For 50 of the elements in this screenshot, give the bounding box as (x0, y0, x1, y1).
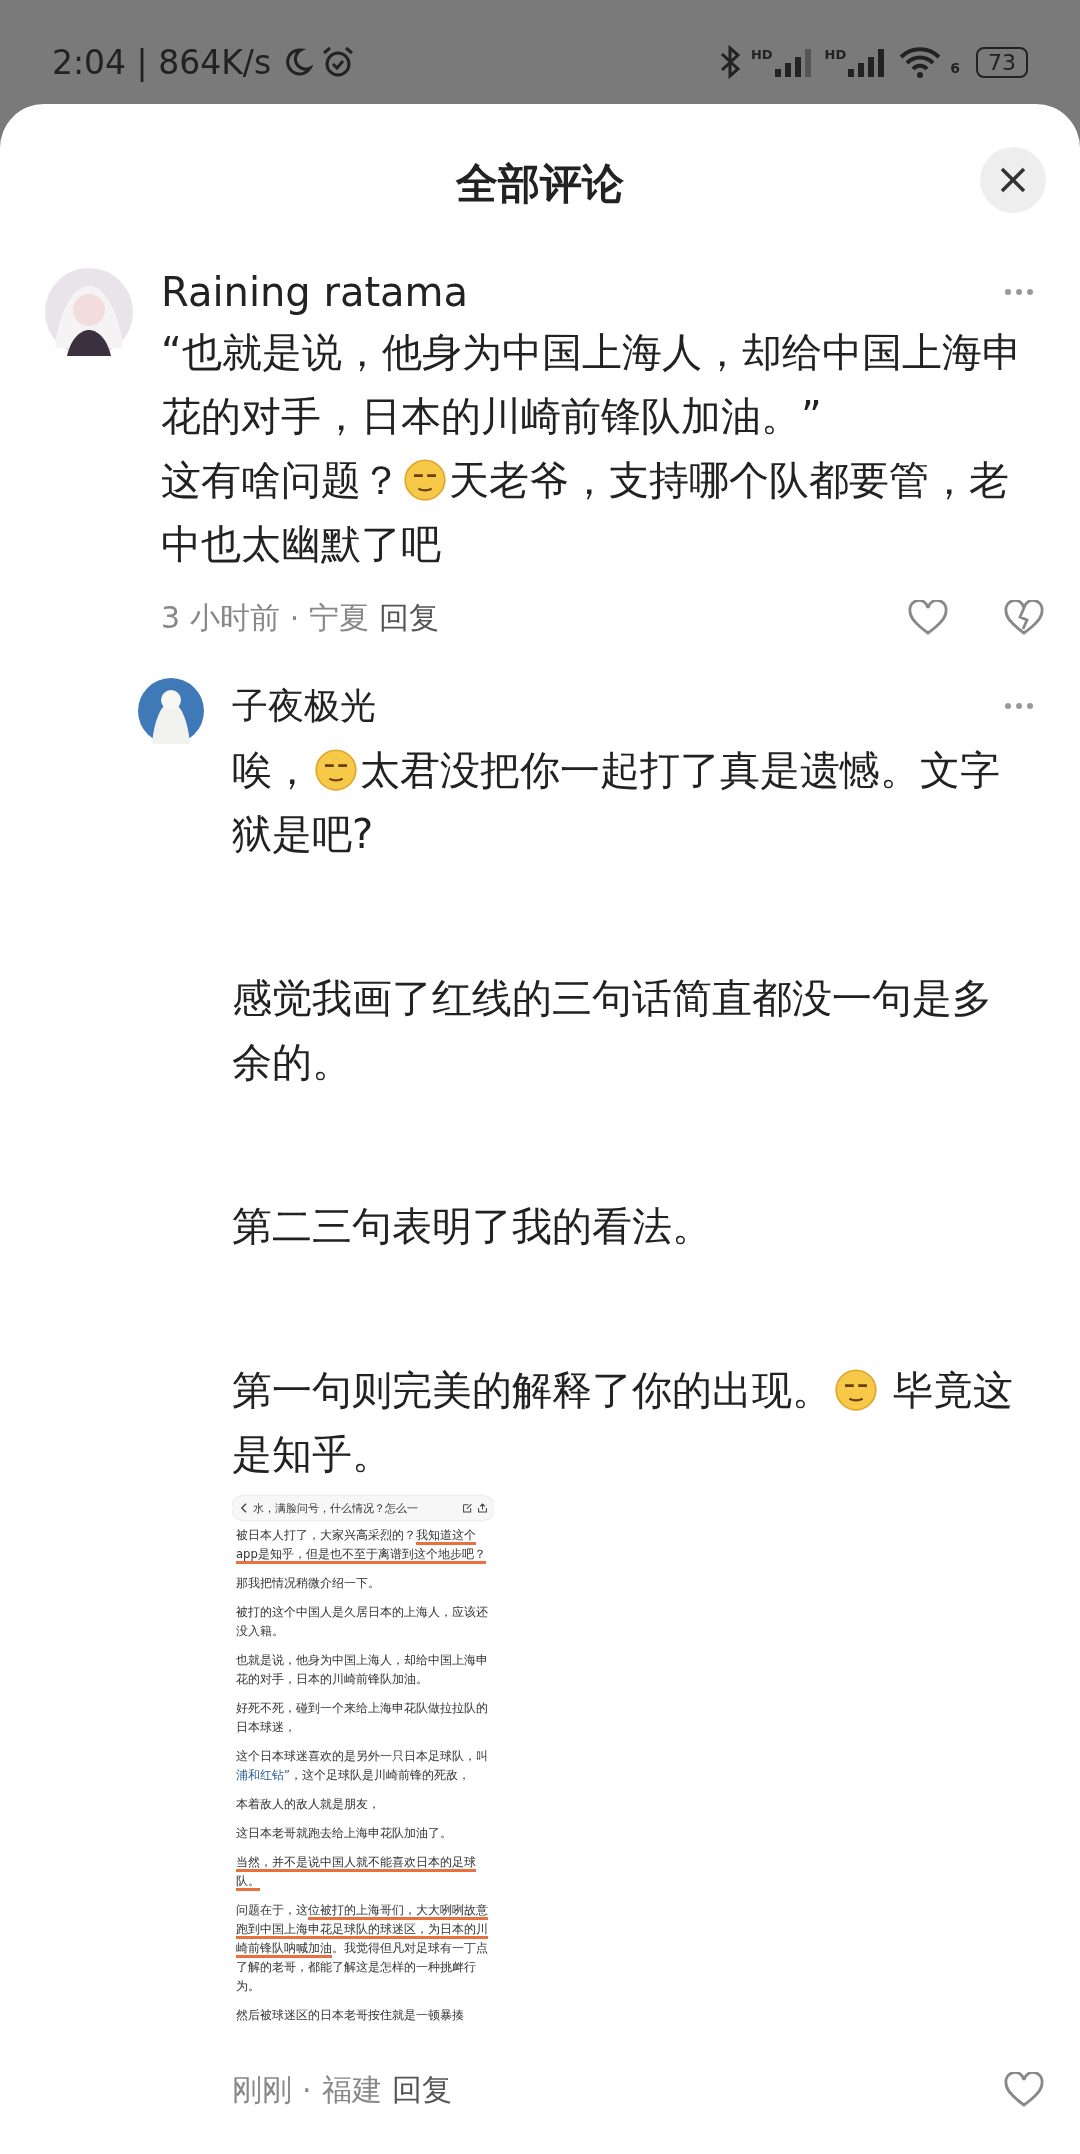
sheet-title: 全部评论 (456, 158, 624, 210)
author-name[interactable]: Raining ratama (161, 269, 469, 315)
article-paragraph: 被打的这个中国人是久居日本的上海人，应该还没入籍。 (236, 1604, 489, 1640)
wifi-icon (898, 45, 943, 79)
article-paragraph: 本着敌人的敌人就是朋友， (236, 1796, 381, 1813)
comment-text: 第二三句表明了我的看法。 (232, 1202, 713, 1251)
comment-location: 福建 (321, 2070, 382, 2109)
alarm-icon (321, 45, 356, 79)
avatar[interactable] (45, 268, 133, 356)
moon-icon (283, 47, 314, 77)
network-label: HD (824, 47, 847, 62)
more-icon[interactable] (1004, 702, 1034, 710)
emoji-icon (834, 1368, 878, 1412)
reply-link[interactable]: 回复 (391, 2069, 452, 2111)
comment-text: 第一句则完美的解释了你的出现。 毕竟这是知乎。 (232, 1366, 1014, 1479)
article-paragraph: 这个日本球迷喜欢的是另外一只日本足球队，叫 浦和红钻”，这个足球队是川崎前锋的死敌， (236, 1748, 489, 1784)
heart-icon[interactable] (1004, 2072, 1044, 2108)
heart-icon[interactable] (908, 600, 948, 636)
status-time: 2:04 | 864K/s (52, 42, 272, 82)
separator-dot: · (289, 600, 300, 636)
close-icon (999, 166, 1027, 194)
edit-icon (462, 1502, 473, 1514)
comment-time: 刚刚 (232, 2070, 292, 2109)
article-paragraph: 那我把情况稍微介绍一下。 (236, 1575, 381, 1592)
reply-link[interactable]: 回复 (379, 597, 440, 639)
back-icon (238, 1502, 249, 1514)
battery-level: 73 (976, 46, 1028, 78)
comment-text: 感觉我画了红线的三句话简直都没一句是多余的。 (232, 974, 993, 1087)
network-label: HD (750, 47, 773, 62)
toolbar-text: 水，满脸问号，什么情况？怎么一 (253, 1500, 419, 1516)
comment-text: 这有啥问题？ 天老爷，支持哪个队都要管，老中也太幽默了吧 (161, 456, 1010, 569)
article-paragraph: 然后被球迷区的日本老哥按住就是一顿暴揍 (236, 2007, 465, 2024)
wifi-label: 6 (950, 60, 960, 76)
comment-location: 宁夏 (309, 598, 370, 637)
emoji-icon (403, 458, 447, 502)
separator-dot: · (302, 2072, 312, 2108)
article-paragraph: 也就是说，他身为中国上海人，却给中国上海申花的对手，日本的川崎前锋队加油。 (236, 1652, 489, 1688)
emoji-icon (314, 748, 358, 792)
comment-text: 唉， 太君没把你一起打了真是遗憾。文字狱是吧? (232, 746, 1001, 859)
comment-text: “也就是说，他身为中国上海人，却给中国上海申花的对手，日本的川崎前锋队加油。” (161, 328, 1023, 441)
share-icon (477, 1502, 488, 1514)
comment-time: 3 小时前 (161, 598, 280, 637)
article-paragraph: 问题在于，这位被打的上海哥们，大大咧咧故意跑到中国上海申花足球队的球迷区，为日本的川崎前锋队呐喊加油。我觉得但凡对足球有一丁点了解的老哥，都能了解这是怎样的一种挑衅行为。 (236, 1902, 489, 1995)
author-name[interactable]: 子夜极光 (232, 681, 376, 731)
article-paragraph: 好死不死，碰到一个来给上海申花队做拉拉队的日本球迷， (236, 1700, 489, 1736)
broken-heart-icon[interactable] (1004, 600, 1044, 636)
article-paragraph: 当然，并不是说中国人就不能喜欢日本的足球队。 (236, 1853, 490, 1891)
article-paragraph: 被日本人打了，大家兴高采烈的？我知道这个app是知乎，但是也不至于离谱到这个地步吧？ (236, 1526, 490, 1564)
article-paragraph: 这日本老哥就跑去给上海申花队加油了。 (236, 1825, 453, 1842)
more-icon[interactable] (1004, 288, 1034, 296)
